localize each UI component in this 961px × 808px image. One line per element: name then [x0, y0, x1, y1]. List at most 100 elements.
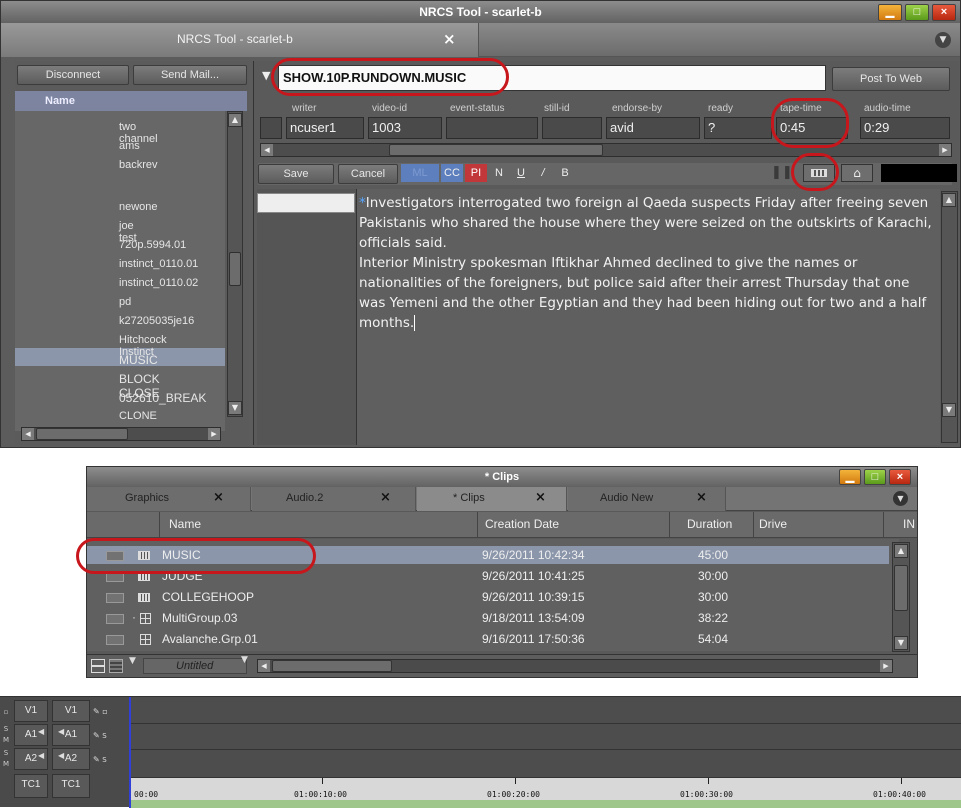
expand-icon[interactable]: · — [132, 610, 136, 624]
list-item[interactable]: ams — [119, 140, 140, 152]
tab-close-icon[interactable]: × — [443, 30, 456, 48]
collapse-triangle-icon[interactable]: ▼ — [262, 69, 270, 82]
track-v1-record[interactable]: V1 — [52, 700, 90, 722]
event-status-field[interactable] — [446, 117, 538, 139]
horizontal-scrollbar[interactable]: ◀ ▶ — [21, 427, 221, 441]
solo-mute-icon[interactable]: SM — [0, 748, 12, 772]
column-name[interactable]: Name — [169, 517, 201, 531]
queue-scrollbar[interactable] — [227, 111, 243, 417]
pencil-icon[interactable]: ✎ — [93, 731, 100, 740]
format-cc-button[interactable]: CC — [441, 164, 463, 182]
table-row[interactable]: JUDGE 9/26/2011 10:41:25 30:00 — [88, 568, 890, 585]
track-patch-arrow-icon[interactable]: ◀ — [58, 751, 64, 760]
lock-icon[interactable]: ▫ — [0, 700, 12, 724]
clips-title-bar[interactable]: * Clips ▁ □ × — [87, 467, 917, 487]
slug-field[interactable]: SHOW.10P.RUNDOWN.MUSIC — [278, 65, 826, 91]
clips-scroll-up-icon[interactable]: ▲ — [894, 544, 908, 558]
column-creation-date[interactable]: Creation Date — [485, 517, 559, 531]
list-item[interactable]: backrev — [119, 159, 158, 171]
track-tc1-source[interactable]: TC1 — [14, 774, 48, 798]
scroll-down-icon[interactable]: ▼ — [228, 401, 242, 415]
pencil-icon[interactable]: ✎ — [93, 755, 100, 764]
format-n-button[interactable]: N — [489, 164, 509, 182]
format-pi-button[interactable]: PI — [465, 164, 487, 182]
field-stub[interactable] — [260, 117, 282, 139]
list-item[interactable]: k27205035je16 — [119, 315, 194, 327]
pause-icon[interactable]: ❚❚ — [771, 164, 793, 182]
underline-button[interactable]: U — [511, 164, 531, 182]
list-item[interactable]: newone — [119, 201, 158, 213]
tab-audio-new[interactable]: Audio New × — [568, 487, 726, 511]
ready-field[interactable]: ? — [704, 117, 772, 139]
lock-icon[interactable]: ▫ — [102, 707, 107, 716]
tab-menu-icon[interactable]: ▼ — [935, 32, 951, 48]
track-tc1-record[interactable]: TC1 — [52, 774, 90, 798]
color-swatch[interactable] — [881, 164, 957, 182]
list-item[interactable]: pd — [119, 296, 131, 308]
list-item-selected[interactable]: MUSIC — [119, 353, 158, 367]
tab-audio-2[interactable]: Audio.2 × — [252, 487, 416, 511]
tab-nrcs-tool[interactable]: NRCS Tool - scarlet-b × — [1, 23, 479, 57]
table-row[interactable]: · MultiGroup.03 9/18/2011 13:54:09 38:22 — [88, 610, 890, 627]
tab-graphics[interactable]: Graphics × — [87, 487, 251, 511]
minimize-icon[interactable]: ▁ — [878, 4, 902, 21]
writer-field[interactable]: ncuser1 — [286, 117, 364, 139]
bold-button[interactable]: B — [555, 164, 575, 182]
fields-scrollbar[interactable]: ◀ ▶ — [260, 143, 952, 157]
column-drive[interactable]: Drive — [759, 517, 787, 531]
camera-icon[interactable]: ⌂ — [841, 164, 873, 182]
clips-scroll-down-icon[interactable]: ▼ — [894, 636, 908, 650]
list-item[interactable]: CLONE — [119, 410, 157, 419]
list-item[interactable]: instinct_0110.01 — [119, 258, 198, 270]
italic-button[interactable]: / — [533, 164, 553, 182]
table-row[interactable]: COLLEGEHOOP 9/26/2011 10:39:15 30:00 — [88, 589, 890, 606]
story-scroll-down-icon[interactable]: ▼ — [942, 403, 956, 417]
track-patch-arrow-icon[interactable]: ◀ — [38, 751, 44, 760]
list-item[interactable]: 720p.5994.01 — [119, 239, 186, 251]
tab-clips[interactable]: * Clips × — [417, 487, 567, 511]
tab-close-icon[interactable]: × — [535, 490, 546, 505]
video-id-field[interactable]: 1003 — [368, 117, 442, 139]
list-item[interactable]: instinct_0110.02 — [119, 277, 198, 289]
save-button[interactable]: Save — [258, 164, 334, 184]
track-v1-source[interactable]: V1 — [14, 700, 48, 722]
name-column-header[interactable]: Name — [15, 91, 247, 111]
tab-close-icon[interactable]: × — [380, 490, 391, 505]
column-duration[interactable]: Duration — [687, 517, 732, 531]
column-in[interactable]: IN — [903, 517, 917, 531]
clips-horizontal-scrollbar[interactable]: ◀ ▶ — [257, 659, 893, 673]
close-icon[interactable]: × — [932, 4, 956, 21]
list-view-icon[interactable] — [109, 659, 123, 673]
format-ml-button[interactable]: ML — [401, 164, 439, 182]
maximize-icon[interactable]: □ — [905, 4, 929, 21]
tab-close-icon[interactable]: × — [696, 490, 707, 505]
pencil-icon[interactable]: ✎ — [93, 707, 100, 716]
list-item[interactable]: 052610_BREAK — [119, 391, 206, 405]
track-patch-arrow-icon[interactable]: ◀ — [38, 727, 44, 736]
track-patch-arrow-icon[interactable]: ◀ — [58, 727, 64, 736]
endorse-by-field[interactable]: avid — [606, 117, 700, 139]
solo-mute-icon[interactable]: S — [102, 732, 106, 740]
disconnect-button[interactable]: Disconnect — [17, 65, 129, 85]
tab-close-icon[interactable]: × — [213, 490, 224, 505]
minimize-icon[interactable]: ▁ — [839, 469, 861, 485]
story-text-area[interactable]: *Investigators interrogated two foreign … — [357, 189, 940, 445]
view-select[interactable]: Untitled — [143, 658, 247, 674]
solo-mute-icon[interactable]: SM — [0, 724, 12, 748]
frame-view-icon[interactable] — [91, 659, 105, 673]
table-row[interactable]: MUSIC 9/26/2011 10:42:34 45:00 — [88, 547, 890, 564]
cancel-button[interactable]: Cancel — [338, 164, 398, 184]
audio-time-field[interactable]: 0:29 — [860, 117, 950, 139]
tape-time-field[interactable]: 0:45 — [776, 117, 848, 139]
post-to-web-button[interactable]: Post To Web — [832, 67, 950, 91]
sequence-view-icon[interactable] — [803, 164, 835, 182]
story-scroll-up-icon[interactable]: ▲ — [942, 193, 956, 207]
send-mail-button[interactable]: Send Mail... — [133, 65, 247, 85]
close-icon[interactable]: × — [889, 469, 911, 485]
maximize-icon[interactable]: □ — [864, 469, 886, 485]
tab-menu-icon[interactable]: ▼ — [893, 491, 908, 506]
nrcs-title-bar[interactable]: NRCS Tool - scarlet-b ▁ □ × — [1, 1, 960, 23]
solo-mute-icon[interactable]: S — [102, 756, 106, 764]
table-row[interactable]: Avalanche.Grp.01 9/16/2011 17:50:36 54:0… — [88, 631, 890, 648]
scroll-up-icon[interactable]: ▲ — [228, 113, 242, 127]
